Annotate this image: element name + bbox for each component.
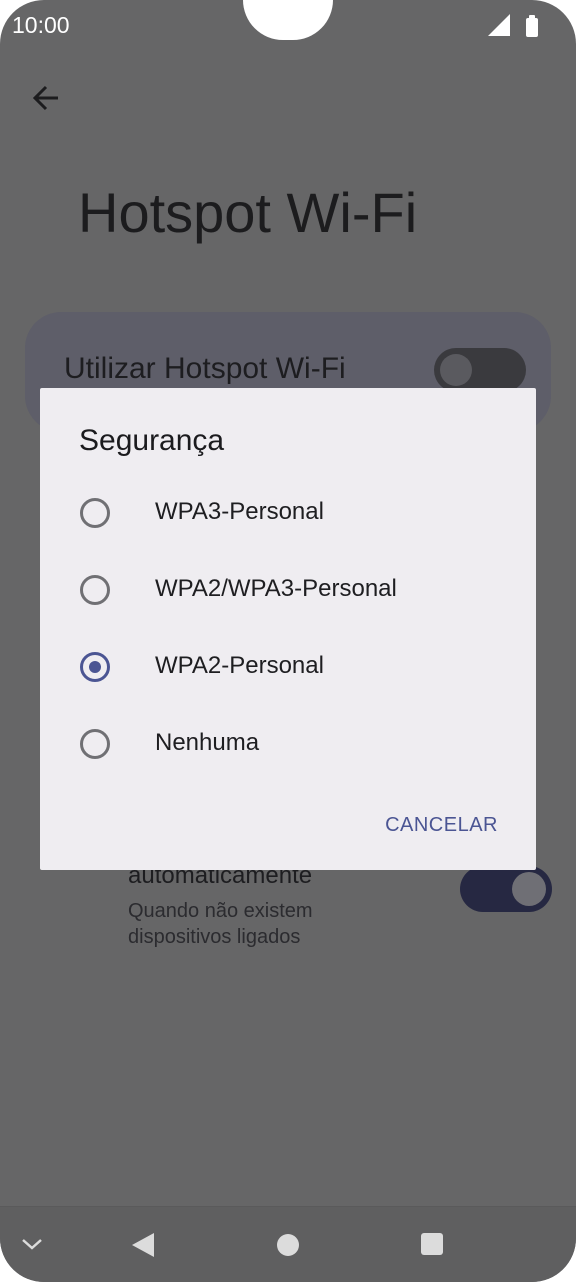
radio-button[interactable] <box>80 498 110 528</box>
radio-button[interactable] <box>80 575 110 605</box>
option-label: WPA2-Personal <box>155 652 324 679</box>
dialog-title: Segurança <box>79 424 225 457</box>
back-triangle-icon[interactable] <box>130 1231 156 1264</box>
auto-off-subtitle: Quando não existem dispositivos ligados <box>128 900 313 948</box>
recents-square-icon[interactable] <box>420 1232 444 1261</box>
radio-button[interactable] <box>80 729 110 759</box>
toggle-knob <box>512 872 546 906</box>
navigation-bar <box>0 1206 576 1282</box>
option-label: Nenhuma <box>155 729 260 756</box>
camera-notch <box>243 0 333 40</box>
battery-icon <box>526 15 538 37</box>
radio-button-selected[interactable] <box>80 652 110 682</box>
status-icons <box>488 14 548 45</box>
hotspot-toggle-label: Utilizar Hotspot Wi-Fi <box>64 352 346 385</box>
auto-off-toggle[interactable] <box>460 866 552 912</box>
option-label: WPA3-Personal <box>155 498 324 525</box>
security-dialog: Segurança WPA3-Personal WPA2/WPA3-Person… <box>40 388 536 870</box>
signal-icon <box>488 14 510 36</box>
hotspot-toggle[interactable] <box>434 348 526 392</box>
chevron-down-icon[interactable] <box>20 1235 44 1258</box>
option-wpa2-wpa3-personal[interactable]: WPA2/WPA3-Personal <box>80 563 510 623</box>
back-arrow-icon[interactable] <box>28 80 64 116</box>
toggle-knob <box>440 354 472 386</box>
cancel-button[interactable]: CANCELAR <box>385 814 498 837</box>
option-nenhuma[interactable]: Nenhuma <box>80 717 510 777</box>
home-circle-icon[interactable] <box>276 1233 300 1262</box>
page-title: Hotspot Wi-Fi <box>78 181 418 244</box>
status-time: 10:00 <box>12 12 70 38</box>
option-label: WPA2/WPA3-Personal <box>155 575 397 602</box>
option-wpa2-personal[interactable]: WPA2-Personal <box>80 640 510 700</box>
option-wpa3-personal[interactable]: WPA3-Personal <box>80 486 510 546</box>
phone-screen: 10:00 Hotspot Wi-Fi Utilizar Hotspot Wi-… <box>0 0 576 1282</box>
